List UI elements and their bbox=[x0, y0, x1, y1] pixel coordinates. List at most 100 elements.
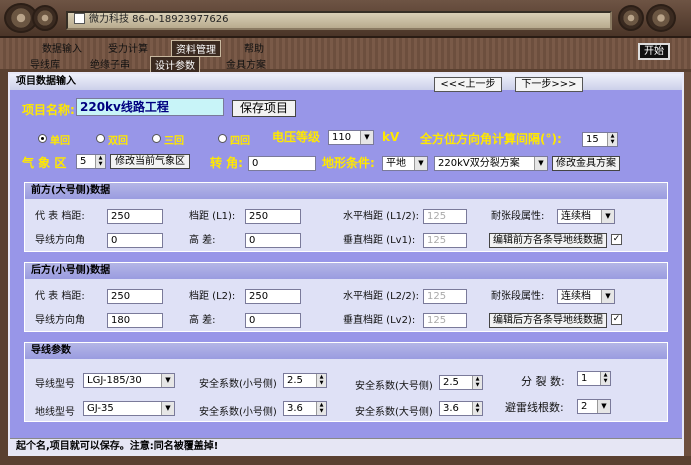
project-name-input[interactable]: 220kv线路工程 bbox=[76, 98, 224, 116]
front-vspan-label: 垂直档距 (Lv1): bbox=[343, 235, 416, 246]
voltage-unit: kV bbox=[382, 130, 400, 144]
lightning-count-label: 避雷线根数: bbox=[505, 401, 564, 414]
menu-data-input[interactable]: 数据输入 bbox=[38, 40, 86, 55]
sub-menu: 导线库 绝缘子串 设计参数 金具方案 bbox=[0, 56, 300, 73]
edit-weather-button[interactable]: 修改当前气象区 bbox=[110, 154, 190, 169]
weather-spinner[interactable]: 5 ▲ ▼ bbox=[76, 154, 106, 169]
sf-big-spinner-1[interactable]: 2.5 ▲ ▼ bbox=[439, 375, 483, 390]
front-span-label: 档距 (L1): bbox=[189, 211, 236, 222]
conductor-select[interactable]: LGJ-185/30 ▼ bbox=[83, 373, 175, 388]
back-tension-label: 耐张段属性: bbox=[491, 291, 545, 302]
back-span-label: 档距 (L2): bbox=[189, 291, 236, 302]
front-span-input[interactable]: 250 bbox=[245, 209, 301, 224]
save-project-button[interactable]: 保存项目 bbox=[232, 100, 296, 117]
back-dir-input[interactable]: 180 bbox=[107, 313, 163, 328]
terrain-select[interactable]: 平地 ▼ bbox=[382, 156, 428, 171]
split-count-spinner[interactable]: 1 ▲ ▼ bbox=[577, 371, 611, 386]
wire-section: 导线参数 导线型号 LGJ-185/30 ▼ 地线型号 GJ-35 ▼ 安全系数(小… bbox=[24, 342, 668, 422]
prev-step-button[interactable]: <<<上一步 bbox=[434, 77, 502, 92]
main-panel: 项目数据输入 <<<上一步 下一步>>> 项目名称: 220kv线路工程 保存项… bbox=[8, 72, 684, 456]
menu-data-manage[interactable]: 资料管理 bbox=[171, 40, 221, 57]
sf-small-label-2: 安全系数(小号侧) bbox=[199, 407, 277, 418]
conductor-label: 导线型号 bbox=[35, 379, 75, 390]
back-vspan-label: 垂直档距 (Lv2): bbox=[343, 315, 416, 326]
sf-small-label: 安全系数(小号侧) bbox=[199, 379, 277, 390]
terrain-label: 地形条件: bbox=[322, 156, 375, 170]
interval-label: 全方位方向角计算间隔(°): bbox=[420, 132, 562, 146]
voltage-label: 电压等级 bbox=[272, 130, 321, 144]
ground-wire-label: 地线型号 bbox=[35, 407, 75, 418]
voltage-select[interactable]: 110 ▼ bbox=[328, 130, 374, 145]
spin-down-icon[interactable]: ▼ bbox=[607, 139, 617, 146]
front-tension-select[interactable]: 连续档 ▼ bbox=[557, 209, 615, 224]
title-bar: 微力科技 86-0-18923977626 bbox=[0, 0, 691, 38]
front-rep-span-input[interactable]: 250 bbox=[107, 209, 163, 224]
back-section: 后方(小号侧)数据 代 表 档距: 250 档距 (L2): 250 水平档距 … bbox=[24, 262, 668, 332]
project-name-label: 项目名称: bbox=[22, 103, 75, 117]
radio-triple-circuit[interactable] bbox=[152, 134, 161, 143]
spin-down-icon[interactable]: ▼ bbox=[95, 161, 105, 168]
front-rep-span-label: 代 表 档距: bbox=[35, 211, 85, 222]
front-dir-input[interactable]: 0 bbox=[107, 233, 163, 248]
gear-decoration-icon bbox=[646, 4, 676, 32]
weather-label: 气 象 区 bbox=[22, 156, 67, 170]
spin-down-icon[interactable]: ▼ bbox=[472, 382, 482, 389]
frame-bottom bbox=[0, 457, 691, 465]
submenu-design-params[interactable]: 设计参数 bbox=[150, 56, 200, 73]
radio-quad-label: 四回 bbox=[230, 136, 250, 147]
back-hspan-input: 125 bbox=[423, 289, 467, 304]
next-step-button[interactable]: 下一步>>> bbox=[515, 77, 583, 92]
back-span-input[interactable]: 250 bbox=[245, 289, 301, 304]
interval-spinner[interactable]: 15 ▲ ▼ bbox=[582, 132, 618, 147]
sf-big-spinner-2[interactable]: 3.6 ▲ ▼ bbox=[439, 401, 483, 416]
edit-back-wires-button[interactable]: 编辑后方各条导地线数据 bbox=[489, 313, 607, 328]
chevron-down-icon: ▼ bbox=[597, 400, 610, 413]
sf-small-spinner-1[interactable]: 2.5 ▲ ▼ bbox=[283, 373, 327, 388]
front-height-input[interactable]: 0 bbox=[245, 233, 301, 248]
submenu-insulator[interactable]: 绝缘子串 bbox=[86, 56, 134, 71]
turn-angle-input[interactable]: 0 bbox=[248, 156, 316, 171]
edit-fitting-button[interactable]: 修改金具方案 bbox=[552, 156, 620, 171]
main-menu: 数据输入 受力计算 资料管理 帮助 bbox=[0, 40, 300, 57]
status-hint: 起个名,项目就可以保存。注意:同名被覆盖掉! bbox=[10, 438, 682, 454]
split-scheme-select[interactable]: 220kV双分裂方案 ▼ bbox=[434, 156, 548, 171]
submenu-fitting-scheme[interactable]: 金具方案 bbox=[222, 56, 270, 71]
spin-down-icon[interactable]: ▼ bbox=[316, 380, 326, 387]
chevron-down-icon: ▼ bbox=[414, 157, 427, 170]
start-button[interactable]: 开始 bbox=[638, 43, 670, 60]
ground-wire-select[interactable]: GJ-35 ▼ bbox=[83, 401, 175, 416]
front-vspan-input: 125 bbox=[423, 233, 467, 248]
front-section-title: 前方(大号侧)数据 bbox=[25, 183, 667, 199]
back-vspan-input: 125 bbox=[423, 313, 467, 328]
back-rep-span-input[interactable]: 250 bbox=[107, 289, 163, 304]
front-wires-checkbox[interactable]: ✓ bbox=[611, 234, 622, 245]
back-hspan-label: 水平档距 (L2/2): bbox=[343, 291, 420, 302]
menu-force-calc[interactable]: 受力计算 bbox=[104, 40, 152, 55]
spin-down-icon[interactable]: ▼ bbox=[600, 378, 610, 385]
front-dir-label: 导线方向角 bbox=[35, 235, 85, 246]
back-tension-select[interactable]: 连续档 ▼ bbox=[557, 289, 615, 304]
radio-quad-circuit[interactable] bbox=[218, 134, 227, 143]
edit-front-wires-button[interactable]: 编辑前方各条导地线数据 bbox=[489, 233, 607, 248]
back-dir-label: 导线方向角 bbox=[35, 315, 85, 326]
radio-double-circuit[interactable] bbox=[96, 134, 105, 143]
submenu-conductor-lib[interactable]: 导线库 bbox=[26, 56, 64, 71]
radio-double-label: 双回 bbox=[108, 136, 128, 147]
front-height-label: 高 差: bbox=[189, 235, 216, 246]
chevron-down-icon: ▼ bbox=[601, 210, 614, 223]
split-count-label: 分 裂 数: bbox=[521, 375, 565, 388]
spin-down-icon[interactable]: ▼ bbox=[472, 408, 482, 415]
back-section-title: 后方(小号侧)数据 bbox=[25, 263, 667, 279]
back-height-label: 高 差: bbox=[189, 315, 216, 326]
sf-small-spinner-2[interactable]: 3.6 ▲ ▼ bbox=[283, 401, 327, 416]
front-hspan-input: 125 bbox=[423, 209, 467, 224]
back-wires-checkbox[interactable]: ✓ bbox=[611, 314, 622, 325]
spin-down-icon[interactable]: ▼ bbox=[316, 408, 326, 415]
radio-single-circuit[interactable] bbox=[38, 134, 47, 143]
chevron-down-icon: ▼ bbox=[534, 157, 547, 170]
lightning-count-select[interactable]: 2 ▼ bbox=[577, 399, 611, 414]
chevron-down-icon: ▼ bbox=[360, 131, 373, 144]
back-height-input[interactable]: 0 bbox=[245, 313, 301, 328]
radio-single-label: 单回 bbox=[50, 136, 70, 147]
menu-help[interactable]: 帮助 bbox=[240, 40, 268, 55]
